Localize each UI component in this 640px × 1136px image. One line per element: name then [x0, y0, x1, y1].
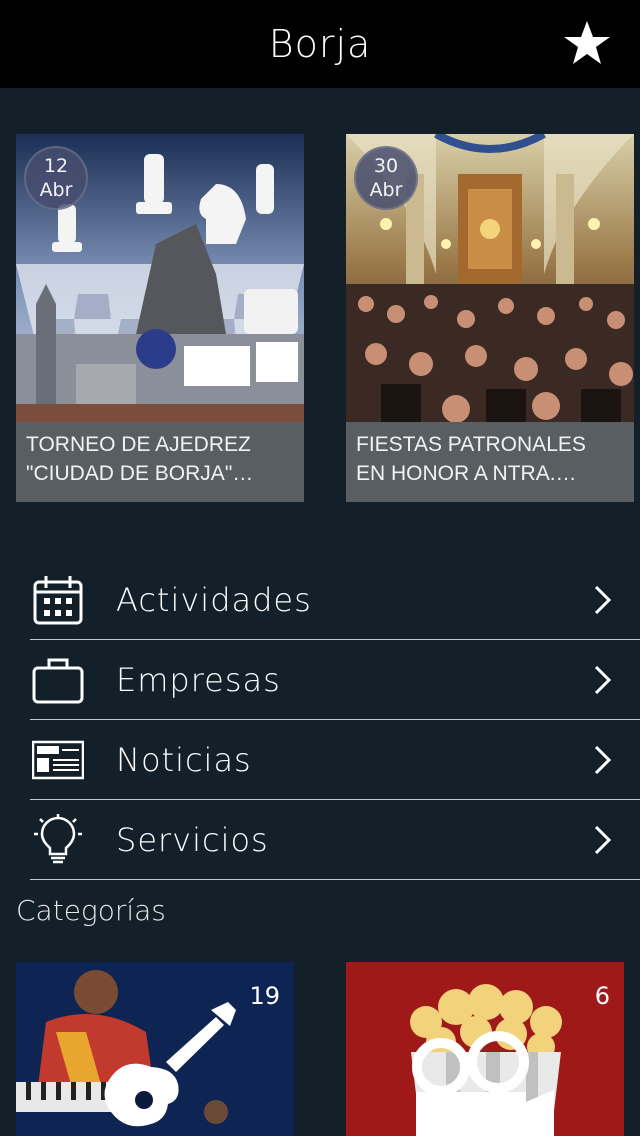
category-count: 6	[594, 982, 610, 1010]
event-title: TORNEO DE AJEDREZ "CIUDAD DE BORJA"…	[26, 433, 254, 485]
menu-label: Noticias	[116, 740, 252, 779]
calendar-icon	[30, 572, 86, 628]
chevron-right-icon	[594, 745, 612, 775]
event-date-badge: 30 Abr	[354, 146, 418, 210]
menu-label: Empresas	[116, 660, 281, 699]
event-title: FIESTAS PATRONALES EN HONOR A NTRA.…	[356, 433, 586, 485]
event-image-chess-poster: 12 Abr	[16, 134, 304, 422]
lightbulb-icon	[30, 812, 86, 868]
category-count: 19	[249, 982, 280, 1010]
favorite-button[interactable]	[562, 18, 612, 68]
menu-item-noticias[interactable]: Noticias	[30, 720, 640, 800]
briefcase-icon	[30, 652, 86, 708]
chevron-right-icon	[594, 665, 612, 695]
menu-label: Servicios	[116, 820, 269, 859]
categories-heading: Categorías	[16, 894, 166, 927]
chevron-right-icon	[594, 585, 612, 615]
event-image-church-crowd: 30 Abr	[346, 134, 634, 422]
category-card-music[interactable]: 19	[16, 962, 294, 1136]
newspaper-icon	[30, 732, 86, 788]
event-date-badge: 12 Abr	[24, 146, 88, 210]
page-title: Borja	[268, 22, 372, 66]
star-icon	[564, 21, 610, 64]
category-image-popcorn	[346, 962, 624, 1136]
menu-label: Actividades	[116, 580, 312, 619]
event-day: 12	[43, 155, 69, 177]
chevron-right-icon	[594, 825, 612, 855]
menu-item-servicios[interactable]: Servicios	[30, 800, 640, 880]
event-day: 30	[373, 155, 399, 177]
main-menu: Actividades Empresas Noticias Servicios	[30, 560, 640, 880]
event-month: Abr	[369, 179, 403, 201]
menu-item-empresas[interactable]: Empresas	[30, 640, 640, 720]
menu-item-actividades[interactable]: Actividades	[30, 560, 640, 640]
category-card-cinema[interactable]: 6	[346, 962, 624, 1136]
event-card-fiestas[interactable]: 30 Abr FIESTAS PATRONALES EN HONOR A NTR…	[346, 134, 634, 502]
app-header: Borja	[0, 0, 640, 88]
event-month: Abr	[39, 179, 73, 201]
event-card-chess[interactable]: 12 Abr TORNEO DE AJEDREZ "CIUDAD DE BORJ…	[16, 134, 304, 502]
